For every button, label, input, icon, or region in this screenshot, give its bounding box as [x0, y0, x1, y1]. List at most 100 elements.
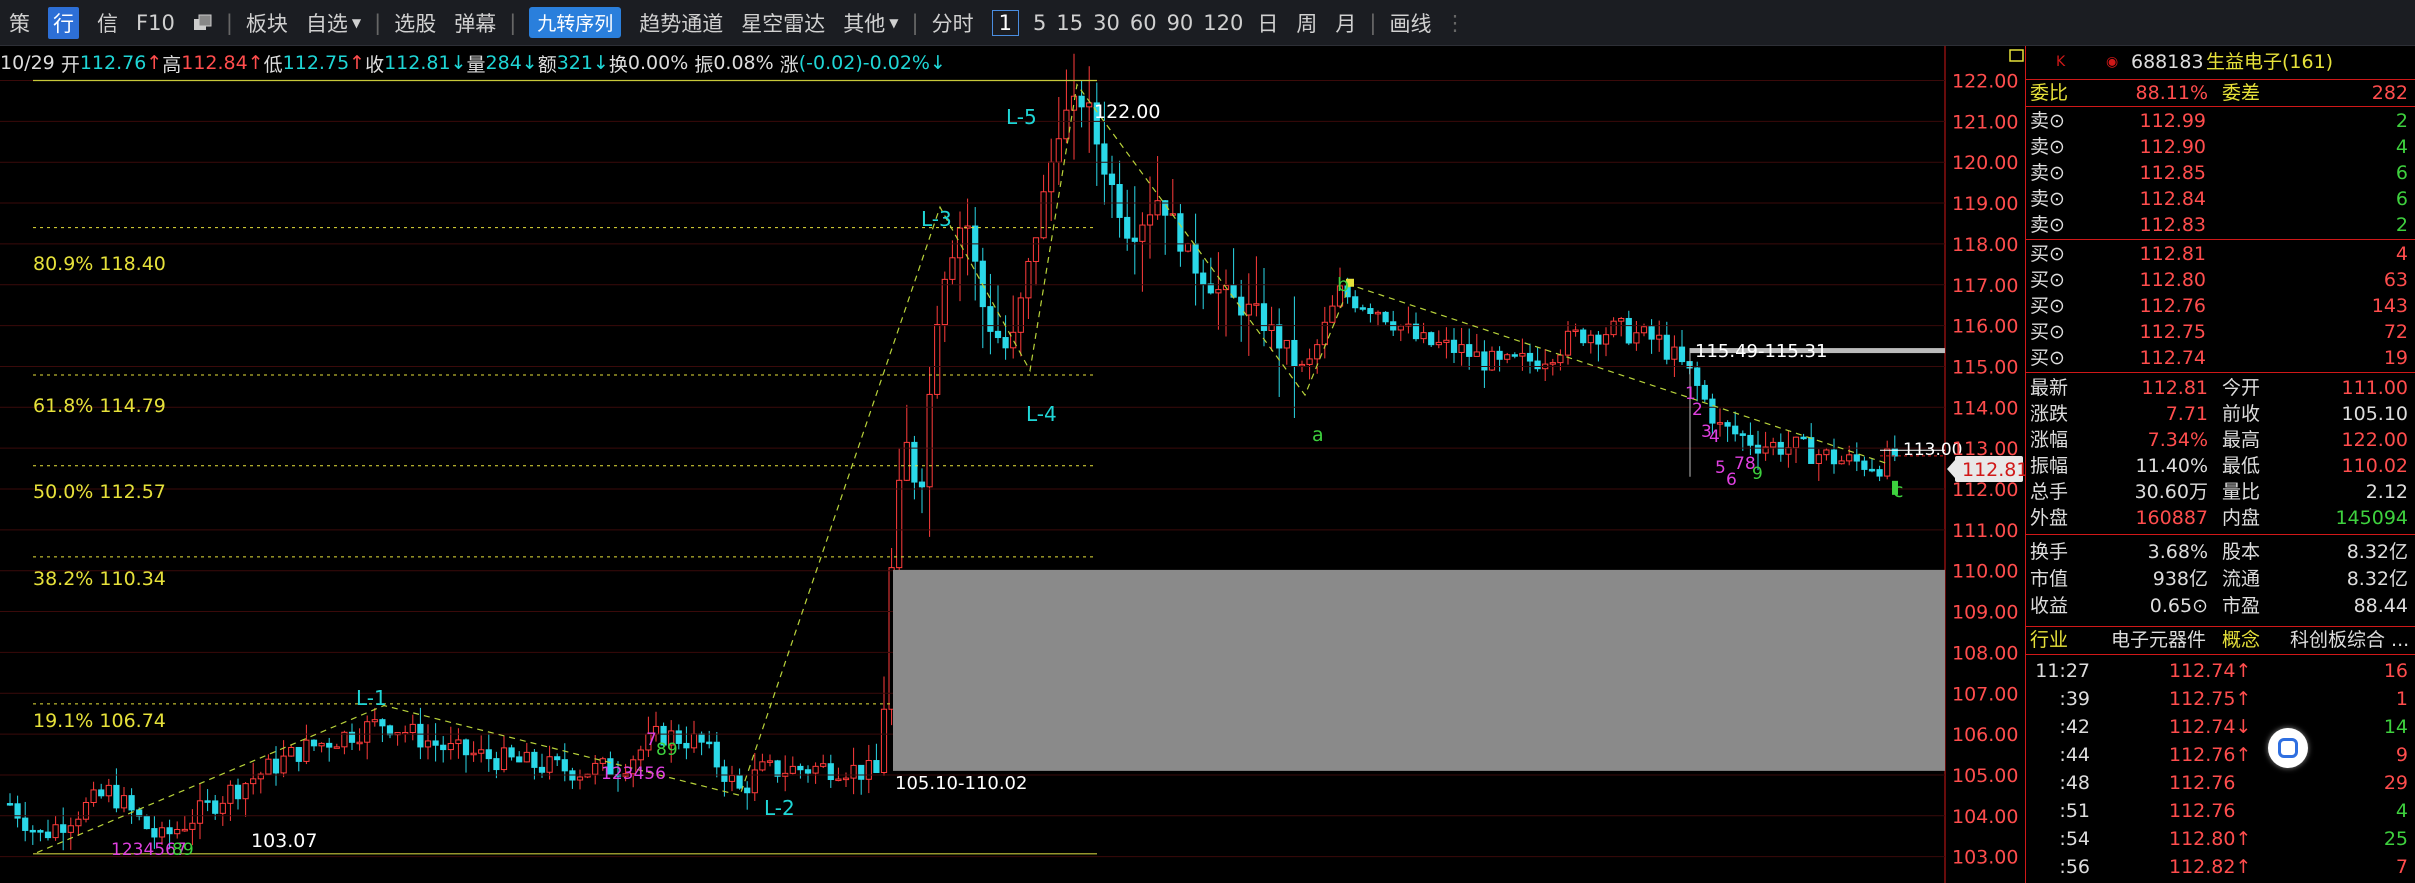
- nine-seq-2c: 89: [656, 740, 678, 760]
- candle-body: [174, 828, 181, 835]
- stat-row: 振幅 11.40% 最低 110.02: [2026, 453, 2415, 479]
- candle-body: [295, 746, 302, 762]
- tick-price: 112.74↑: [2169, 660, 2252, 682]
- stat-label: 振幅: [2030, 455, 2069, 477]
- toolbar-info[interactable]: 信: [88, 0, 127, 46]
- industry-value[interactable]: 电子元器件: [2111, 627, 2206, 653]
- candle-body: [873, 760, 880, 774]
- candle-body: [189, 822, 196, 830]
- period-30min[interactable]: 30: [1088, 0, 1125, 46]
- candle-body: [1564, 330, 1572, 356]
- candle-body: [181, 828, 188, 832]
- period-intraday[interactable]: 分时: [923, 0, 983, 46]
- candle-body: [1770, 441, 1777, 448]
- kline-chart[interactable]: 80.9% 118.40 61.8% 114.79 50.0% 112.57 3…: [0, 46, 2025, 883]
- tick-volume: 16: [2383, 660, 2408, 682]
- period-week[interactable]: 周: [1287, 0, 1326, 46]
- toolbar-draw-line[interactable]: 画线: [1380, 0, 1440, 46]
- fund-value: 3.68%: [2147, 541, 2208, 563]
- bid-volume: 19: [2383, 347, 2408, 369]
- candle-body: [1108, 173, 1116, 186]
- candle-body: [447, 743, 454, 751]
- candle-body: [1602, 334, 1610, 345]
- tick-volume: 9: [2395, 744, 2408, 766]
- toolbar-strategy[interactable]: 策: [0, 0, 39, 46]
- tick-time: :39: [2059, 688, 2090, 710]
- candle-body: [250, 778, 257, 785]
- ask-label: 卖⊙: [2030, 136, 2065, 158]
- ask-label: 卖⊙: [2030, 162, 2065, 184]
- candle-body: [1823, 449, 1830, 456]
- toolbar-stock-picker[interactable]: 选股: [385, 0, 445, 46]
- candle-body: [508, 747, 515, 758]
- candle-body: [1466, 344, 1473, 357]
- candle-body: [858, 764, 865, 780]
- candle-body: [744, 787, 751, 794]
- toolbar-watchlist[interactable]: 自选 ▼: [297, 0, 370, 46]
- candle-body: [1428, 332, 1435, 346]
- candle-body: [310, 739, 318, 747]
- toolbar-separator: |: [911, 10, 919, 35]
- nine-seq-3e: 5: [1715, 458, 1726, 478]
- toolbar-f10[interactable]: F10: [127, 0, 184, 46]
- candle-body: [1526, 352, 1534, 362]
- float-assistant-button[interactable]: [2268, 728, 2308, 768]
- fund-label: 市值: [2030, 568, 2069, 590]
- candle-body: [531, 751, 538, 768]
- stat-value: 105.10: [2341, 403, 2408, 425]
- bid-price: 112.76: [2139, 295, 2206, 317]
- candle-body: [926, 393, 933, 488]
- price-axis-label: 115.00: [1952, 356, 2018, 378]
- period-15min[interactable]: 15: [1051, 0, 1088, 46]
- tick-row: :44 112.76↑ 9: [2026, 742, 2415, 768]
- toolbar-nine-sequence[interactable]: 九转序列: [529, 7, 622, 38]
- candle-body: [1116, 184, 1123, 218]
- period-60min[interactable]: 60: [1125, 0, 1162, 46]
- candle-body: [1625, 317, 1632, 344]
- industry-label: 行业: [2030, 629, 2069, 651]
- toolbar-trend-channel[interactable]: 趋势通道: [630, 0, 732, 46]
- tick-time: :51: [2059, 800, 2090, 822]
- candle-body: [272, 758, 280, 774]
- candle-body: [417, 723, 424, 748]
- toolbar-window-icon[interactable]: [184, 0, 222, 46]
- candle-body: [865, 760, 872, 780]
- candle-body: [440, 744, 447, 751]
- toolbar-other[interactable]: 其他 ▼: [834, 0, 907, 46]
- price-axis-label: 103.00: [1952, 847, 2018, 869]
- candle-body: [690, 733, 698, 749]
- toolbar-sector[interactable]: 板块: [237, 0, 297, 46]
- stat-row: 总手 30.60万 量比 2.12: [2026, 479, 2415, 505]
- candle-body: [1329, 305, 1336, 323]
- period-1min[interactable]: 1: [991, 9, 1019, 36]
- nine-seq-1b: 89: [172, 840, 194, 860]
- fund-label: 市盈: [2222, 595, 2261, 617]
- candle-body: [721, 766, 728, 782]
- stat-label: 涨跌: [2030, 403, 2069, 425]
- tick-price: 112.82↑: [2169, 856, 2252, 878]
- period-90min[interactable]: 90: [1162, 0, 1199, 46]
- concept-value[interactable]: 科创板综合 ...: [2290, 627, 2409, 653]
- stat-value: 110.02: [2341, 455, 2408, 477]
- stat-value: 145094: [2335, 507, 2408, 529]
- toolbar-quote[interactable]: 行: [48, 6, 79, 39]
- period-120min[interactable]: 120: [1198, 0, 1248, 46]
- fund-value: 938亿: [2152, 568, 2208, 590]
- candle-body: [1010, 331, 1017, 349]
- toolbar-radar[interactable]: 星空雷达: [732, 0, 834, 46]
- candle-body: [1086, 102, 1093, 108]
- fib-level-50-0: 50.0% 112.57: [33, 481, 166, 503]
- nine-seq-3h: 9: [1752, 464, 1763, 484]
- candle-body: [1298, 363, 1306, 367]
- caret-down-icon: ▼: [889, 15, 899, 30]
- period-day[interactable]: 日: [1248, 0, 1287, 46]
- period-month[interactable]: 月: [1326, 0, 1365, 46]
- price-axis-label: 108.00: [1952, 642, 2018, 664]
- toolbar-danmaku[interactable]: 弹幕: [445, 0, 505, 46]
- period-5min[interactable]: 5: [1028, 0, 1051, 46]
- tick-volume: 4: [2395, 800, 2408, 822]
- panel-k-icon[interactable]: K: [2056, 49, 2065, 75]
- price-axis-label: 122.00: [1952, 71, 2018, 93]
- ask-volume: 2: [2395, 110, 2408, 132]
- chart-corner-icon[interactable]: [2009, 49, 2024, 62]
